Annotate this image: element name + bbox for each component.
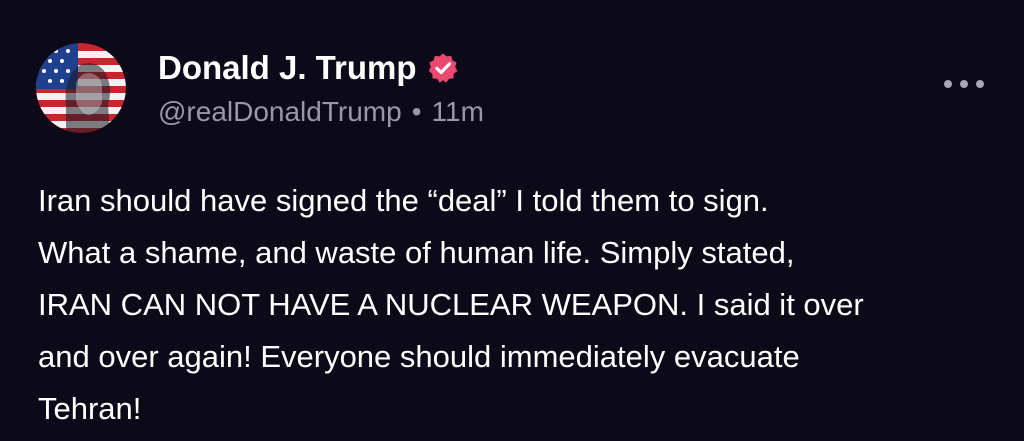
meta-separator: • <box>411 96 422 127</box>
author-handle[interactable]: @realDonaldTrump <box>158 96 402 128</box>
post-timestamp[interactable]: 11m <box>432 96 484 128</box>
more-dot-icon <box>976 80 984 88</box>
author-name-row: Donald J. Trump <box>158 46 459 90</box>
post-text: Iran should have signed the “deal” I tol… <box>38 175 998 435</box>
post-text-line: Iran should have signed the “deal” I tol… <box>38 183 769 218</box>
more-options-button[interactable] <box>944 72 984 96</box>
post-text-line: IRAN CAN NOT HAVE A NUCLEAR WEAPON. I sa… <box>38 287 864 322</box>
author-meta-row: @realDonaldTrump • 11m <box>158 94 484 130</box>
flag-portrait-avatar-icon <box>36 43 126 133</box>
post-text-line: What a shame, and waste of human life. S… <box>38 235 795 270</box>
post-text-line: Tehran! <box>38 391 142 426</box>
more-dot-icon <box>944 80 952 88</box>
avatar[interactable] <box>36 43 126 133</box>
post-text-line: and over again! Everyone should immediat… <box>38 339 800 374</box>
more-dot-icon <box>960 80 968 88</box>
verified-badge-icon <box>427 52 459 84</box>
author-display-name[interactable]: Donald J. Trump <box>158 49 417 87</box>
post-card: Donald J. Trump @realDonaldTrump • 11m I… <box>0 0 1024 441</box>
